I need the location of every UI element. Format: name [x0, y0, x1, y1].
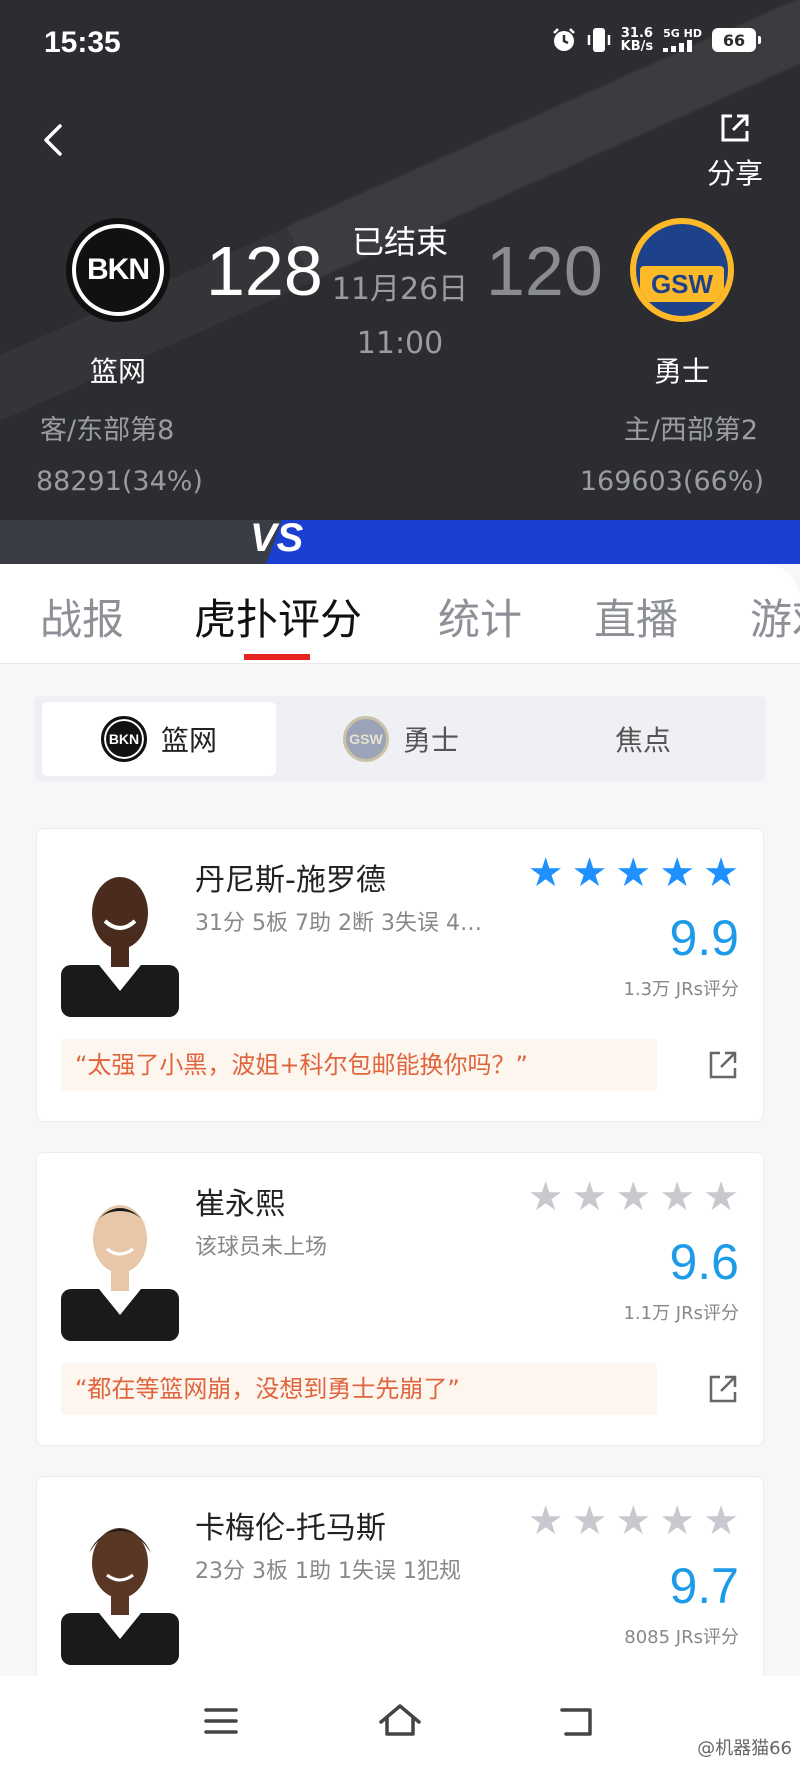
- vs-label: VS: [250, 520, 304, 560]
- rating-count: 1.1万 JRs评分: [623, 1303, 739, 1324]
- player-stats: 23分 3板 1助 1失误 1犯规: [195, 1559, 461, 1584]
- external-link-icon[interactable]: [707, 1373, 739, 1405]
- tab-bar: 战报 虎扑评分 统计 直播 游戏: [0, 564, 800, 664]
- game-header: 15:35 31.6 KB/s 5G HD 66 分享 BKN GSW 128 …: [0, 0, 800, 520]
- team-switch-label: 焦点: [614, 724, 671, 757]
- player-rating: 9.9: [669, 910, 739, 966]
- star-icon[interactable]: ★: [528, 1177, 564, 1217]
- player-stats: 31分 5板 7助 2断 3失误 4…: [195, 911, 482, 936]
- net-speed: 31.6 KB/s: [621, 27, 653, 53]
- team-switch-label: 篮网: [160, 724, 217, 757]
- away-support-votes: 88291(34%): [36, 466, 203, 497]
- warriors-mini-logo: GSW: [342, 716, 389, 762]
- away-team-name: 篮网: [89, 355, 146, 388]
- tab-report[interactable]: 战报: [40, 586, 124, 647]
- star-icon[interactable]: ★: [659, 1501, 695, 1541]
- home-logo-text: GSW: [640, 266, 724, 302]
- network-label: 5G HD: [663, 27, 702, 40]
- rating-count: 8085 JRs评分: [624, 1627, 739, 1648]
- team-switch-nets[interactable]: BKN 篮网: [42, 702, 276, 776]
- signal-icon: [663, 40, 693, 52]
- player-name: 卡梅伦-托马斯: [195, 1511, 386, 1546]
- team-switch-label: 勇士: [402, 724, 459, 757]
- home-support-bar: [265, 520, 800, 564]
- back-button[interactable]: [36, 120, 76, 180]
- system-nav-bar: @机器猫66: [0, 1676, 800, 1769]
- share-icon: [721, 114, 749, 142]
- player-card[interactable]: 崔永熙 该球员未上场 ★ ★ ★ ★ ★ 9.6 1.1万 JRs评分 “都在等…: [36, 1152, 764, 1446]
- home-score: 120: [486, 232, 603, 310]
- rating-count: 1.3万 JRs评分: [623, 979, 739, 1000]
- player-name: 崔永熙: [195, 1187, 285, 1222]
- away-team-logo[interactable]: BKN: [66, 218, 170, 322]
- player-stats: 该球员未上场: [195, 1235, 328, 1260]
- game-status: 已结束: [351, 223, 448, 261]
- top-comment[interactable]: “太强了小黑，波姐+科尔包邮能换你吗？”: [61, 1039, 657, 1091]
- status-time: 15:35: [44, 26, 121, 59]
- tab-stats[interactable]: 统计: [438, 586, 522, 647]
- rating-stars[interactable]: ★ ★ ★ ★ ★: [528, 1177, 739, 1217]
- status-icons: 31.6 KB/s 5G HD 66: [551, 26, 761, 54]
- player-name: 丹尼斯-施罗德: [195, 863, 386, 898]
- rating-stars[interactable]: ★ ★ ★ ★ ★: [528, 853, 739, 893]
- chevron-left-icon: [44, 124, 62, 156]
- nets-mini-logo: BKN: [100, 716, 147, 762]
- team-switch-warriors[interactable]: GSW 勇士: [284, 702, 518, 776]
- player-avatar: [61, 1505, 179, 1665]
- back-nav-icon[interactable]: [552, 1696, 602, 1746]
- top-comment[interactable]: “都在等篮网崩，没想到勇士先崩了”: [61, 1363, 657, 1415]
- home-icon[interactable]: [375, 1696, 425, 1746]
- star-icon[interactable]: ★: [615, 853, 651, 893]
- external-link-icon[interactable]: [707, 1049, 739, 1081]
- star-icon[interactable]: ★: [703, 1501, 739, 1541]
- star-icon[interactable]: ★: [703, 853, 739, 893]
- star-icon[interactable]: ★: [703, 1177, 739, 1217]
- net-speed-unit: KB/s: [620, 39, 654, 54]
- game-time: 11:00: [356, 326, 444, 361]
- tab-hupu-rating[interactable]: 虎扑评分: [194, 586, 362, 647]
- home-support-votes: 169603(66%): [579, 466, 764, 497]
- tab-games[interactable]: 游戏: [750, 586, 800, 647]
- menu-icon[interactable]: [196, 1696, 246, 1746]
- alarm-icon: [552, 28, 575, 51]
- player-avatar: [61, 857, 179, 1017]
- star-icon[interactable]: ★: [615, 1501, 651, 1541]
- active-tab-indicator: [244, 654, 310, 660]
- star-icon[interactable]: ★: [528, 853, 564, 893]
- game-date: 11月26日: [331, 272, 469, 307]
- team-switch: BKN 篮网 GSW 勇士 焦点: [34, 696, 766, 782]
- share-label: 分享: [706, 157, 763, 190]
- team-switch-focus[interactable]: 焦点: [526, 702, 760, 776]
- player-card[interactable]: 丹尼斯-施罗德 31分 5板 7助 2断 3失误 4… ★ ★ ★ ★ ★ 9.…: [36, 828, 764, 1122]
- star-icon[interactable]: ★: [572, 1177, 608, 1217]
- home-team-logo[interactable]: GSW: [630, 218, 734, 322]
- home-team-rank: 主/西部第2: [623, 415, 758, 446]
- star-icon[interactable]: ★: [572, 853, 608, 893]
- vibrate-icon: [587, 28, 610, 52]
- star-icon[interactable]: ★: [528, 1501, 564, 1541]
- player-avatar: [61, 1181, 179, 1341]
- home-team-name: 勇士: [653, 355, 710, 388]
- game-info: 已结束 11月26日 11:00: [300, 222, 500, 364]
- star-icon[interactable]: ★: [572, 1501, 608, 1541]
- support-vs-bar: VS: [0, 520, 800, 564]
- battery-icon: 66: [712, 28, 761, 52]
- away-team-rank: 客/东部第8: [40, 415, 175, 446]
- watermark: @机器猫66: [697, 1738, 792, 1759]
- away-logo-text: BKN: [76, 228, 160, 312]
- player-rating: 9.7: [669, 1558, 739, 1614]
- status-bar: 15:35 31.6 KB/s 5G HD 66: [0, 0, 800, 88]
- player-rating: 9.6: [669, 1234, 739, 1290]
- star-icon[interactable]: ★: [615, 1177, 651, 1217]
- star-icon[interactable]: ★: [659, 1177, 695, 1217]
- rating-stars[interactable]: ★ ★ ★ ★ ★: [528, 1501, 739, 1541]
- tab-live[interactable]: 直播: [594, 586, 678, 647]
- network-indicator: 5G HD: [663, 28, 702, 52]
- share-button[interactable]: 分享: [700, 112, 770, 192]
- star-icon[interactable]: ★: [659, 853, 695, 893]
